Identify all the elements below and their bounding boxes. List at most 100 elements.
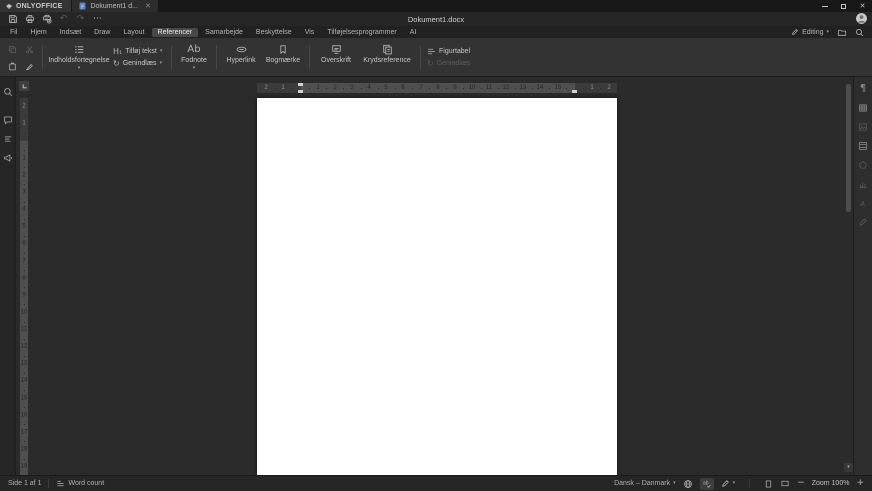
ruler-tick [24, 441, 25, 442]
open-file-location-icon[interactable] [837, 28, 847, 37]
paste-icon[interactable] [8, 62, 17, 71]
ruler-number: 5 [384, 83, 387, 93]
ruler-tick [24, 167, 25, 168]
word-count-button[interactable]: Word count [56, 479, 104, 488]
tab-referencer[interactable]: Referencer [152, 28, 199, 37]
scrollbar-thumb[interactable] [846, 84, 851, 212]
fit-page-icon[interactable] [764, 479, 773, 489]
table-of-figures-group: Figurtabel ↻ Genindlæs [425, 40, 483, 74]
hyperlink-button[interactable]: Hyperlink [221, 40, 261, 74]
ruler-tick [549, 88, 550, 89]
ruler-tick [24, 407, 25, 408]
footnote-button[interactable]: Ab Fodnote ▾ [176, 40, 212, 74]
left-indent-marker[interactable] [298, 90, 303, 93]
table-settings-icon[interactable] [858, 102, 869, 113]
ruler-tick [24, 184, 25, 185]
tab-vis[interactable]: Vis [299, 28, 321, 37]
quick-print-button[interactable] [39, 13, 54, 25]
editing-mode-selector[interactable]: Editing ▾ [791, 28, 829, 36]
ruler-tick [429, 88, 430, 89]
tab-stop-selector[interactable] [19, 81, 29, 91]
document-language-globe-icon[interactable] [683, 479, 693, 489]
ruler-number: 1 [316, 83, 319, 93]
user-avatar[interactable] [856, 13, 867, 24]
caption-button[interactable]: Overskrift [314, 40, 358, 74]
fit-width-icon[interactable] [780, 479, 790, 488]
bookmark-button[interactable]: Bogmærke [261, 40, 305, 74]
chevron-down-icon: ▾ [673, 481, 676, 486]
svg-text:ab: ab [703, 480, 709, 486]
copy-icon[interactable] [8, 45, 17, 54]
right-indent-marker[interactable] [572, 90, 577, 93]
tab-fil[interactable]: Fil [4, 28, 23, 37]
table-of-figures-button[interactable]: Figurtabel [427, 47, 481, 56]
feedback-support-icon[interactable] [2, 152, 13, 163]
language-selector[interactable]: Dansk – Danmark ▾ [614, 480, 676, 487]
main-menu-button[interactable]: ONLYOFFICE [0, 0, 71, 12]
print-button[interactable] [22, 13, 37, 25]
add-text-button[interactable]: H₁ Tilføj tekst ▾ [113, 47, 165, 56]
header-footer-settings-icon[interactable] [858, 140, 869, 151]
close-tab-icon[interactable]: ✕ [145, 2, 151, 10]
tab-indsaet[interactable]: Indsæt [54, 28, 87, 37]
vertical-ruler[interactable]: 2112345678910111213141516171819 [20, 98, 28, 475]
first-line-indent-marker[interactable] [298, 83, 303, 86]
zoom-in-button[interactable]: + [856, 479, 864, 488]
navigation-panel-icon[interactable] [2, 133, 13, 144]
maximize-button[interactable] [834, 0, 853, 12]
ruler-number: 16 [20, 413, 28, 420]
minimize-button[interactable] [815, 0, 834, 12]
tab-hjem[interactable]: Hjem [24, 28, 52, 37]
tab-draw[interactable]: Draw [88, 28, 116, 37]
tab-layout[interactable]: Layout [117, 28, 150, 37]
image-settings-icon[interactable] [858, 121, 869, 132]
word-count-icon [56, 479, 65, 488]
save-button[interactable] [5, 13, 20, 25]
copy-style-icon[interactable] [25, 62, 34, 71]
add-text-icon: H₁ [113, 47, 122, 56]
vertical-scrollbar[interactable] [845, 79, 852, 473]
spell-check-toggle[interactable]: ab [700, 478, 714, 490]
search-panel-icon[interactable] [2, 86, 13, 97]
close-window-button[interactable]: ✕ [853, 0, 872, 12]
bookmark-icon [278, 42, 288, 56]
cross-reference-button[interactable]: Krydsreference [358, 40, 416, 74]
page-indicator[interactable]: Side 1 af 1 [8, 480, 41, 487]
shape-settings-icon[interactable] [858, 159, 869, 170]
refresh-toc-button[interactable]: ↻ Genindlæs ▾ [113, 59, 165, 68]
ribbon-tab-bar: FilHjemIndsætDrawLayoutReferencerSamarbe… [0, 26, 872, 38]
ruler-number: 13 [520, 83, 527, 93]
clipboard-group [4, 40, 38, 74]
tab-ai[interactable]: AI [404, 28, 423, 37]
track-changes-button[interactable]: ▾ [721, 479, 736, 488]
cut-icon[interactable] [25, 45, 34, 54]
tab-tilfoejelsesprogrammer[interactable]: Tilføjelsesprogrammer [321, 28, 402, 37]
horizontal-ruler[interactable]: 2112345678910111213141512 [257, 83, 617, 93]
ruler-number: 3 [20, 190, 28, 197]
ribbon-divider [171, 45, 172, 69]
ruler-number: 17 [20, 430, 28, 437]
text-art-settings-icon[interactable]: A [858, 197, 869, 208]
ruler-tick [412, 88, 413, 89]
ruler-number: 1 [20, 121, 28, 128]
refresh-table-of-figures-button[interactable]: ↻ Genindlæs [427, 59, 481, 68]
zoom-out-button[interactable]: − [797, 479, 805, 488]
ruler-tick [24, 390, 25, 391]
undo-button[interactable]: ↶ [56, 13, 71, 25]
search-icon[interactable] [855, 28, 864, 37]
tab-samarbejde[interactable]: Samarbejde [199, 28, 249, 37]
tab-beskyttelse[interactable]: Beskyttelse [250, 28, 298, 37]
document-tab[interactable]: Dokument1 d... ✕ [72, 0, 157, 12]
table-of-contents-button[interactable]: Indholdsfortegnelse ▾ [47, 40, 111, 74]
chevron-down-icon: ▾ [160, 49, 163, 54]
redo-button[interactable]: ↷ [73, 13, 88, 25]
document-page[interactable] [257, 98, 617, 475]
chart-settings-icon[interactable] [858, 178, 869, 189]
customize-quick-access-button[interactable]: ⋯ [90, 13, 105, 25]
comments-panel-icon[interactable] [2, 114, 13, 125]
signature-settings-icon[interactable] [858, 216, 869, 227]
toc-tools-group: H₁ Tilføj tekst ▾ ↻ Genindlæs ▾ [111, 40, 167, 74]
ruler-number: 6 [20, 241, 28, 248]
paragraph-settings-icon[interactable]: ¶ [858, 83, 869, 94]
scroll-down-button[interactable]: ▾ [844, 463, 853, 472]
